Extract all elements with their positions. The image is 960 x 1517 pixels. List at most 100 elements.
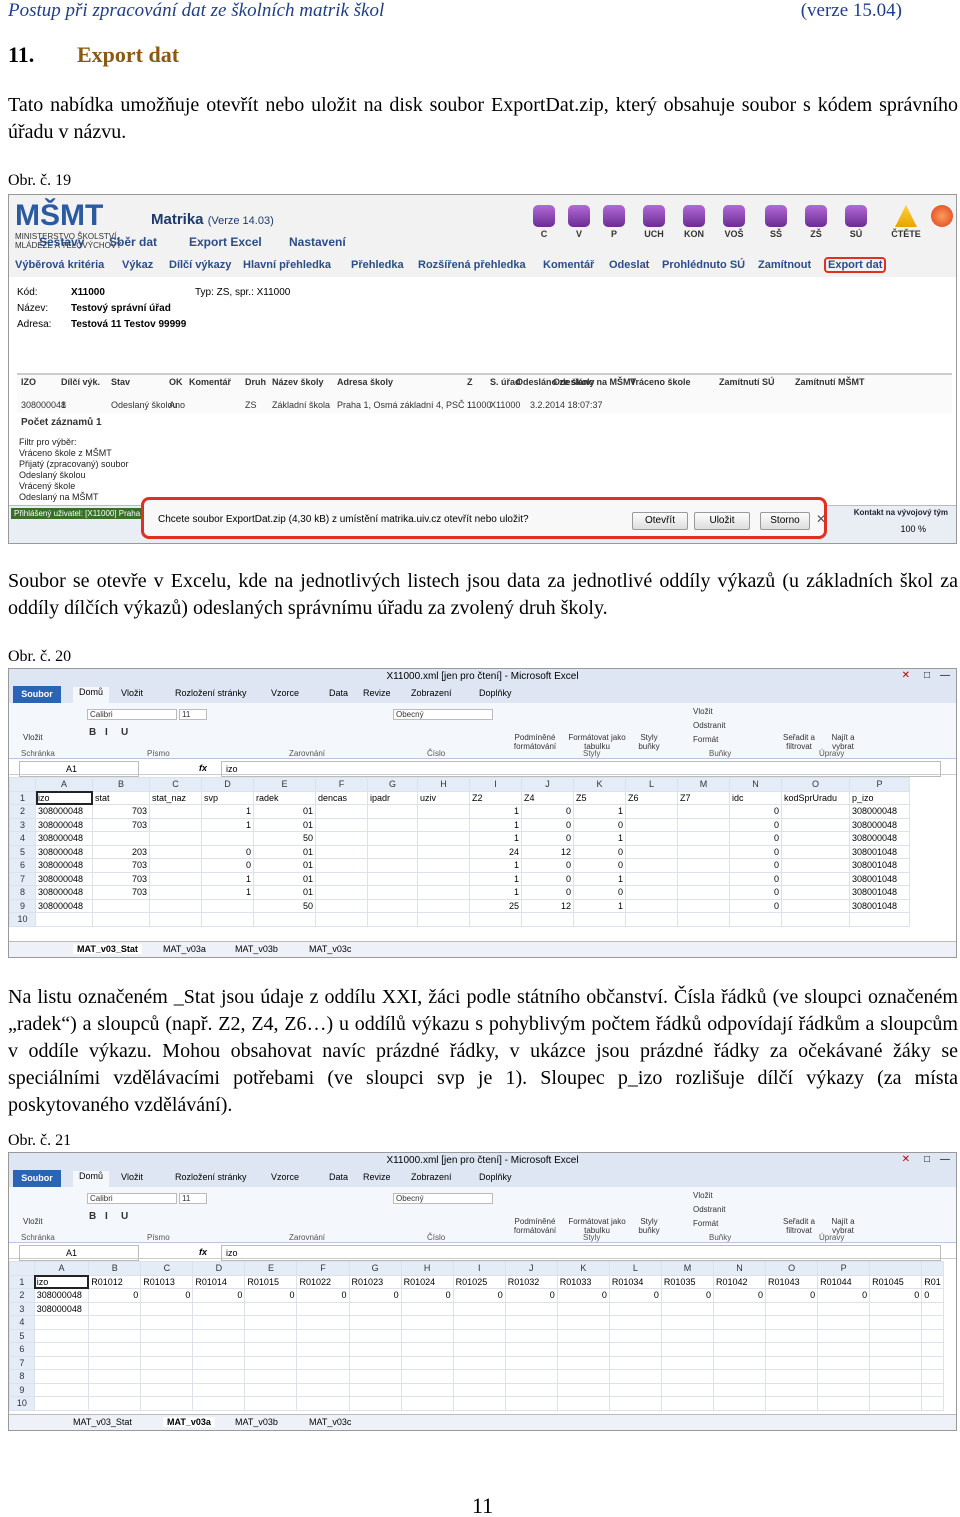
cell[interactable] [92,898,150,913]
cell[interactable] [296,1396,350,1411]
cell[interactable] [244,1315,298,1330]
cell[interactable]: R01033 [556,1274,610,1289]
cell[interactable] [296,1301,350,1316]
cell[interactable]: 0 [400,1288,454,1303]
cell[interactable] [33,1328,90,1343]
cell[interactable]: Z4 [521,790,574,805]
column-header[interactable]: D [192,1261,246,1276]
cell[interactable]: R01023 [348,1274,402,1289]
column-header[interactable]: IZO [21,377,36,387]
cell[interactable] [244,1342,298,1357]
cell[interactable] [608,1328,662,1343]
cell[interactable]: 0 [521,858,574,873]
nav-icon-0[interactable]: C [529,205,559,239]
nav-icon-8[interactable]: SÚ [841,205,871,239]
cell[interactable] [296,1355,350,1370]
nav-icon-4[interactable]: KON [679,205,709,239]
cell-styles-button[interactable]: Styly buňky [631,733,667,751]
cell[interactable] [677,804,730,819]
tab-1[interactable]: Vložit [121,688,143,698]
cell[interactable] [35,912,93,927]
cell[interactable]: 308001048 [849,871,910,886]
cell[interactable] [92,831,150,846]
cell[interactable] [452,1342,506,1357]
cell[interactable] [817,1382,871,1397]
cell[interactable]: 203 [92,844,150,859]
cell[interactable] [192,1369,246,1384]
cell[interactable] [244,1382,298,1397]
cell[interactable]: 308001048 [849,844,910,859]
cell[interactable] [781,871,850,886]
column-header[interactable]: Komentář [189,377,231,387]
cell[interactable]: 12 [521,898,574,913]
cell[interactable] [817,1342,871,1357]
cell[interactable] [712,1328,767,1343]
cell[interactable] [33,1396,90,1411]
underline-icon[interactable]: U [121,727,128,738]
cell[interactable]: 0 [573,817,626,832]
submenu-item[interactable]: Výběrová kritéria [15,259,104,271]
cell-styles-button[interactable]: Styly buňky [631,1217,667,1235]
column-header[interactable] [869,1261,923,1276]
cell[interactable] [88,1301,142,1316]
cell[interactable] [677,858,730,873]
cell[interactable] [677,844,730,859]
column-header[interactable] [921,1261,944,1276]
cell[interactable] [608,1342,662,1357]
nav-icon-1[interactable]: V [564,205,594,239]
save-button[interactable]: Uložit [694,512,750,530]
cell[interactable]: 0 [573,858,626,873]
cell[interactable] [88,1315,142,1330]
submenu-item[interactable]: Rozšířená přehledka [418,259,526,271]
column-header[interactable]: Stav [111,377,130,387]
cell[interactable]: Z5 [573,790,626,805]
cell[interactable]: 308001048 [849,858,910,873]
cell[interactable] [921,1369,944,1384]
cell[interactable]: 0 [192,1288,246,1303]
cell[interactable] [417,844,470,859]
sheet-tab-0[interactable]: MAT_v03_Stat [73,1417,132,1427]
cell[interactable] [296,1315,350,1330]
cell[interactable] [556,1301,610,1316]
cell[interactable] [140,1355,194,1370]
file-tab[interactable]: Soubor [13,686,61,703]
cell[interactable] [367,831,418,846]
cell[interactable]: R01044 [817,1274,871,1289]
cell[interactable] [869,1355,923,1370]
cell[interactable] [296,1342,350,1357]
cell[interactable] [315,804,368,819]
cell[interactable]: 0 [729,858,782,873]
cell[interactable]: 0 [729,804,782,819]
cell[interactable] [504,1382,558,1397]
cell[interactable] [765,1369,819,1384]
paste-button[interactable]: Vložit [23,733,43,742]
cell[interactable] [469,912,522,927]
number-format-select[interactable]: Obecný [393,709,493,720]
cell[interactable]: R01032 [504,1274,558,1289]
sort-filter-button[interactable]: Seřadit a filtrovat [775,733,823,751]
cell[interactable] [88,1369,142,1384]
cell[interactable] [417,912,470,927]
cell[interactable]: 1 [573,831,626,846]
cell[interactable] [556,1315,610,1330]
cell[interactable] [140,1301,194,1316]
cell[interactable] [869,1369,923,1384]
cell[interactable] [921,1328,944,1343]
cell[interactable]: 0 [521,871,574,886]
cell[interactable] [348,1382,402,1397]
row-header[interactable]: 8 [9,885,36,900]
cell[interactable] [367,858,418,873]
cell[interactable] [869,1301,923,1316]
cell[interactable] [88,1328,142,1343]
tab-2[interactable]: Rozložení stránky [175,688,247,698]
cell[interactable]: 0 [201,858,254,873]
cell[interactable] [712,1369,767,1384]
cell[interactable]: 308001048 [849,885,910,900]
cell[interactable] [140,1369,194,1384]
cell[interactable]: 308000048 [849,831,910,846]
cell[interactable] [140,1328,194,1343]
cell[interactable] [315,817,368,832]
cell[interactable] [149,831,202,846]
cell[interactable] [781,817,850,832]
cell[interactable] [367,885,418,900]
